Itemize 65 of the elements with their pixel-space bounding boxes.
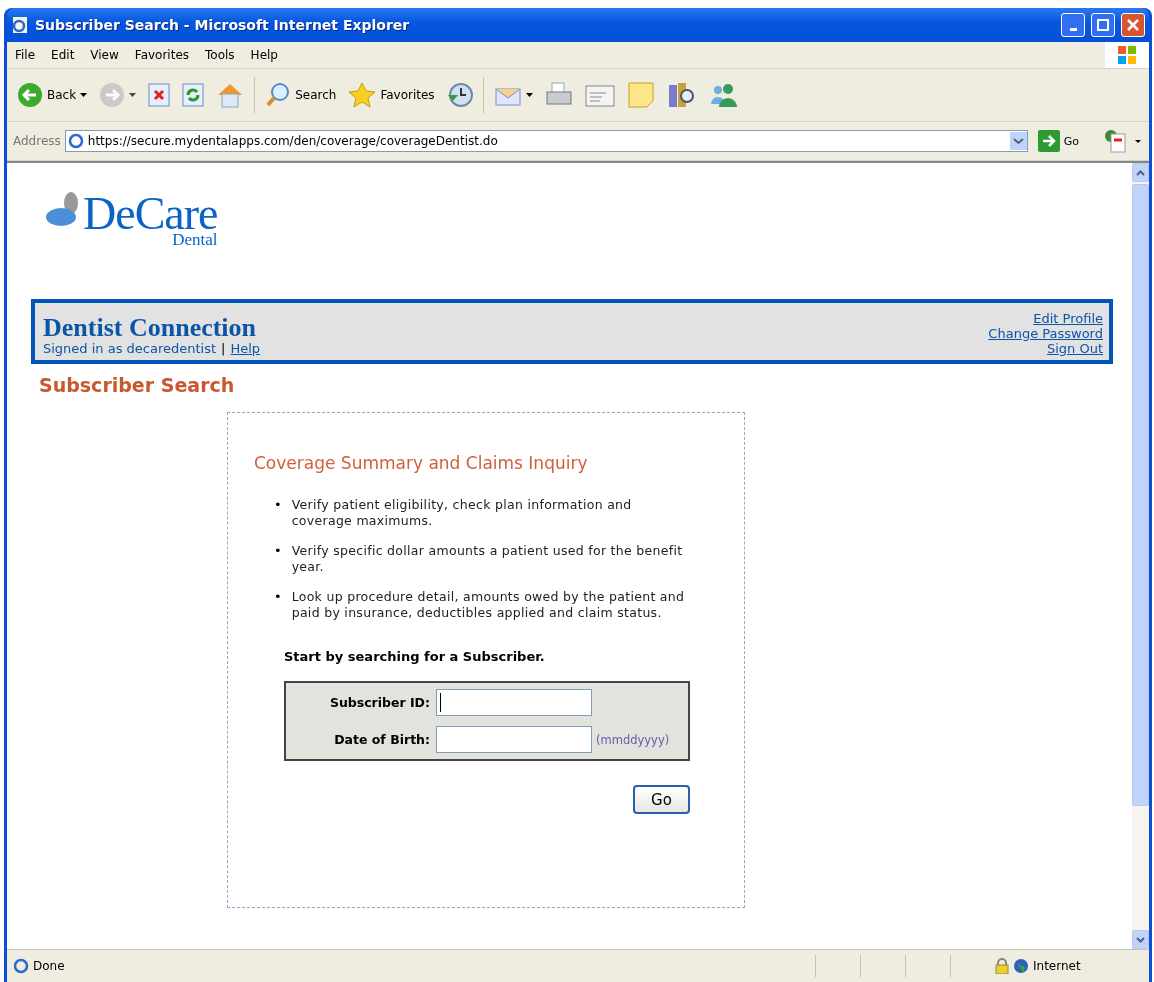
signed-in-text: Signed in as decaredentist bbox=[43, 341, 217, 356]
page-title: Subscriber Search bbox=[39, 374, 236, 396]
field-label: Subscriber ID: bbox=[328, 695, 431, 710]
close-icon bbox=[1127, 19, 1139, 31]
search-icon bbox=[265, 82, 292, 108]
note-icon bbox=[626, 81, 655, 109]
header-link[interactable]: Edit Profile bbox=[1033, 311, 1103, 326]
menu-item[interactable]: File bbox=[7, 48, 44, 62]
page-icon bbox=[67, 133, 84, 149]
field-hint: (mmddyyyy) bbox=[595, 732, 671, 747]
menu-item[interactable]: Tools bbox=[197, 48, 243, 62]
stop-icon bbox=[148, 83, 171, 107]
refresh-icon bbox=[182, 83, 205, 107]
pdf-icon[interactable] bbox=[1103, 128, 1143, 154]
input-field[interactable] bbox=[436, 689, 592, 716]
menu-item[interactable]: Edit bbox=[43, 48, 83, 62]
close-button[interactable] bbox=[1121, 13, 1145, 37]
separator-text: | bbox=[221, 341, 226, 356]
logo-mark-icon bbox=[45, 191, 81, 227]
card-title: Coverage Summary and Claims Inquiry bbox=[254, 453, 589, 473]
edit-icon bbox=[584, 83, 615, 107]
people-icon bbox=[708, 82, 739, 108]
address-field[interactable]: https://secure.mydentalapps.com/den/coverage/coverageDentist.do bbox=[64, 130, 1028, 152]
page-icon bbox=[13, 958, 29, 974]
bullet-marker: • bbox=[274, 497, 282, 514]
toolbar-button[interactable]: Favorites bbox=[344, 80, 439, 110]
menu-item[interactable]: Help bbox=[242, 48, 286, 62]
help-link[interactable]: Help bbox=[230, 341, 261, 356]
printer-icon bbox=[544, 82, 573, 108]
books-icon bbox=[666, 81, 697, 109]
go-button[interactable]: Go bbox=[633, 785, 690, 814]
go-button[interactable]: Go bbox=[1031, 130, 1099, 152]
toolbar-button[interactable]: Search bbox=[261, 80, 341, 110]
globe-icon bbox=[1013, 958, 1029, 974]
browser-logo-icon bbox=[11, 16, 29, 34]
toolbar-button[interactable]: Back bbox=[13, 80, 92, 110]
header-link[interactable]: Change Password bbox=[988, 326, 1103, 341]
input-field[interactable] bbox=[436, 726, 592, 753]
window-title: Subscriber Search - Microsoft Internet Explorer bbox=[35, 17, 411, 33]
header-link[interactable]: Sign Out bbox=[1046, 341, 1103, 356]
menu-item[interactable]: View bbox=[82, 48, 127, 62]
windows-flag-logo bbox=[1105, 42, 1149, 68]
lock-icon bbox=[995, 958, 1009, 974]
dropdown-icon[interactable] bbox=[1009, 132, 1027, 150]
site-title: Dentist Connection bbox=[43, 313, 258, 341]
minimize-button[interactable] bbox=[1061, 13, 1085, 37]
maximize-button[interactable] bbox=[1091, 13, 1115, 37]
minimize-icon bbox=[1069, 27, 1077, 31]
bullet-marker: • bbox=[274, 589, 282, 606]
star-icon bbox=[348, 82, 377, 108]
bullet-text: Verify specific dollar amounts a patient used for the benefit year. bbox=[291, 543, 684, 575]
zone-text: Internet bbox=[1033, 959, 1082, 973]
maximize-icon bbox=[1097, 19, 1109, 31]
scroll-down-icon[interactable] bbox=[1136, 936, 1145, 943]
scroll-up-icon[interactable] bbox=[1136, 169, 1145, 176]
field-label: Date of Birth: bbox=[333, 732, 431, 747]
status-text: Done bbox=[33, 959, 66, 973]
search-prompt: Start by searching for a Subscriber. bbox=[284, 649, 546, 664]
history-icon bbox=[446, 82, 473, 108]
bullet-marker: • bbox=[274, 543, 282, 560]
scrollbar[interactable] bbox=[1132, 163, 1149, 949]
menu-item[interactable]: Favorites bbox=[126, 48, 198, 62]
bullet-text: Look up procedure detail, amounts owed by the patient and paid by insurance, deductibles applied and claim status. bbox=[291, 589, 686, 621]
bullet-text: Verify patient eligibility, check plan information and coverage maximums. bbox=[291, 497, 633, 529]
address-label: Address bbox=[13, 134, 61, 148]
